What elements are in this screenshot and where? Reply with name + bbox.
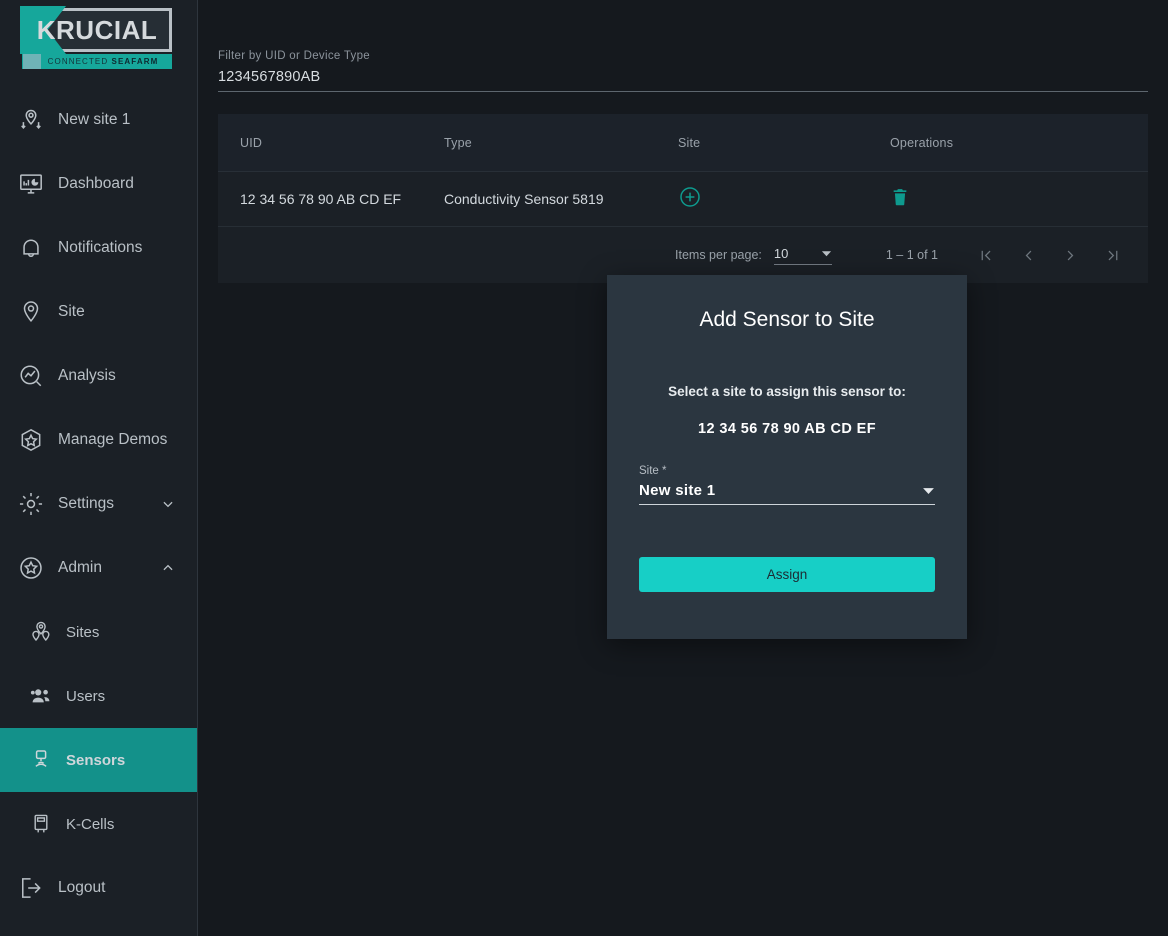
filter-input[interactable]: 1234567890AB <box>218 69 1148 87</box>
logo-wordmark: KRUCIAL <box>36 15 158 45</box>
chevron-down-icon[interactable] <box>161 497 175 511</box>
first-page-button[interactable] <box>972 241 1000 269</box>
sidebar-item-label: Users <box>66 687 106 705</box>
pagination-range-label: 1 – 1 of 1 <box>885 248 938 262</box>
kcell-icon <box>26 807 56 841</box>
column-header-type: Type <box>444 135 472 150</box>
sidebar-item-users[interactable]: Users <box>0 664 197 728</box>
items-per-page-label: Items per page: <box>675 248 762 262</box>
sidebar-item-label: K-Cells <box>66 815 115 833</box>
logo-tagline-bold: SEAFARM <box>111 57 159 66</box>
sidebar-item-label: Analysis <box>58 367 116 384</box>
cell-operations <box>890 186 1148 213</box>
sidebar-item-manage-demos[interactable]: Manage Demos <box>0 408 197 472</box>
sidebar-item-label: Admin <box>58 559 102 576</box>
sidebar-item-site[interactable]: Site <box>0 280 197 344</box>
table-row: 12 34 56 78 90 AB CD EF Conductivity Sen… <box>218 172 1148 227</box>
site-select-control[interactable]: New site 1 <box>639 482 935 499</box>
column-header-site: Site <box>678 135 701 150</box>
sidebar: KRUCIAL CONNECTED SEAFARM New site 1 Das… <box>0 0 198 936</box>
multi-pin-icon <box>26 615 56 649</box>
table-header-row: UID Type Site Operations <box>218 114 1148 172</box>
analysis-icon <box>14 359 48 393</box>
column-header-uid: UID <box>240 135 263 150</box>
sidebar-item-dashboard[interactable]: Dashboard <box>0 152 197 216</box>
sidebar-item-label: Sensors <box>66 751 126 769</box>
sensor-icon <box>26 743 56 777</box>
dialog-sensor-uid: 12 34 56 78 90 AB CD EF <box>698 421 876 437</box>
main-content: Filter by UID or Device Type 1234567890A… <box>198 0 1168 936</box>
next-page-button[interactable] <box>1056 241 1084 269</box>
add-to-site-icon[interactable] <box>678 185 702 209</box>
items-per-page-select[interactable]: 10 <box>773 245 832 265</box>
cell-site <box>678 185 890 214</box>
sidebar-item-logout[interactable]: Logout <box>0 856 197 920</box>
sidebar-item-label: Notifications <box>58 239 143 256</box>
add-sensor-to-site-dialog: Add Sensor to Site Select a site to assi… <box>607 275 967 639</box>
cell-uid: 12 34 56 78 90 AB CD EF <box>240 191 402 207</box>
delete-icon[interactable] <box>890 186 910 208</box>
sidebar-item-sites[interactable]: Sites <box>0 600 197 664</box>
sidebar-nav: New site 1 Dashboard Notifications Site … <box>0 88 197 920</box>
brand-logo[interactable]: KRUCIAL CONNECTED SEAFARM <box>0 0 197 70</box>
dialog-subtitle: Select a site to assign this sensor to: <box>668 384 906 399</box>
sidebar-item-new-site-1[interactable]: New site 1 <box>0 88 197 152</box>
site-select-label: Site * <box>639 465 667 477</box>
chevron-down-icon <box>922 484 935 497</box>
sidebar-item-label: New site 1 <box>58 111 131 128</box>
items-per-page-value: 10 <box>773 245 789 261</box>
column-header-operations: Operations <box>890 135 954 150</box>
logout-icon <box>14 871 48 905</box>
hexagon-star-icon <box>14 423 48 457</box>
logo-tagline-block <box>23 54 41 69</box>
sidebar-item-sensors[interactable]: Sensors <box>0 728 197 792</box>
filter-label: Filter by UID or Device Type <box>218 50 370 62</box>
users-icon <box>26 679 56 713</box>
sidebar-item-label: Settings <box>58 495 115 512</box>
previous-page-button[interactable] <box>1014 241 1042 269</box>
sidebar-item-analysis[interactable]: Analysis <box>0 344 197 408</box>
chevron-up-icon[interactable] <box>161 561 175 575</box>
app-root: KRUCIAL CONNECTED SEAFARM New site 1 Das… <box>0 0 1168 936</box>
dialog-title: Add Sensor to Site <box>699 308 875 331</box>
sidebar-item-label: Manage Demos <box>58 431 168 448</box>
sidebar-item-settings[interactable]: Settings <box>0 472 197 536</box>
bell-icon <box>14 231 48 265</box>
pagination-buttons <box>972 241 1134 269</box>
site-select-field[interactable]: Site * New site 1 <box>639 465 935 505</box>
sidebar-item-notifications[interactable]: Notifications <box>0 216 197 280</box>
cell-type: Conductivity Sensor 5819 <box>444 191 604 207</box>
sensors-table: UID Type Site Operations 12 34 56 78 90 … <box>218 114 1148 283</box>
dashboard-icon <box>14 167 48 201</box>
sidebar-item-label: Dashboard <box>58 175 134 192</box>
filter-field[interactable]: Filter by UID or Device Type 1234567890A… <box>218 50 1148 92</box>
logo-tagline-light: CONNECTED <box>47 57 112 66</box>
sidebar-item-label: Site <box>58 303 85 320</box>
site-transfer-icon <box>14 103 48 137</box>
sidebar-item-k-cells[interactable]: K-Cells <box>0 792 197 856</box>
logo-tagline: CONNECTED SEAFARM <box>22 54 172 69</box>
last-page-button[interactable] <box>1098 241 1126 269</box>
map-pin-icon <box>14 295 48 329</box>
sidebar-item-label: Sites <box>66 623 100 641</box>
chevron-down-icon <box>821 248 832 259</box>
site-select-value: New site 1 <box>639 482 716 499</box>
assign-button[interactable]: Assign <box>639 557 935 592</box>
circle-star-icon <box>14 551 48 585</box>
gear-icon <box>14 487 48 521</box>
sidebar-item-label: Logout <box>58 879 106 896</box>
sidebar-item-admin[interactable]: Admin <box>0 536 197 600</box>
